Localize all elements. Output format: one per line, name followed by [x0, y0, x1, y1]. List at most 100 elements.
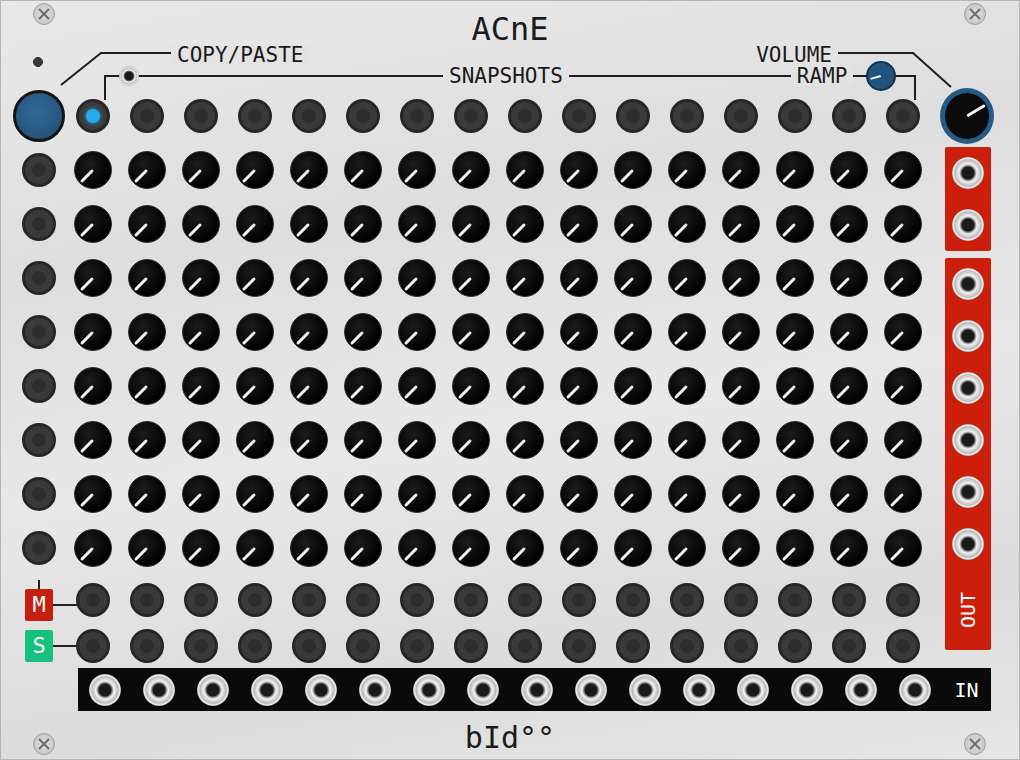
- send-knob[interactable]: [398, 421, 436, 459]
- send-knob[interactable]: [236, 205, 274, 243]
- send-knob[interactable]: [74, 529, 112, 567]
- send-knob[interactable]: [452, 421, 490, 459]
- send-knob[interactable]: [398, 205, 436, 243]
- send-knob[interactable]: [560, 529, 598, 567]
- send-knob[interactable]: [776, 313, 814, 351]
- snapshot-button[interactable]: [400, 99, 434, 133]
- mute-button[interactable]: [508, 583, 542, 617]
- send-knob[interactable]: [830, 529, 868, 567]
- mute-button[interactable]: [76, 583, 110, 617]
- send-knob[interactable]: [884, 421, 922, 459]
- send-knob[interactable]: [290, 313, 328, 351]
- send-knob[interactable]: [290, 367, 328, 405]
- send-knob[interactable]: [344, 529, 382, 567]
- send-knob[interactable]: [398, 475, 436, 513]
- send-knob[interactable]: [506, 421, 544, 459]
- send-knob[interactable]: [884, 151, 922, 189]
- send-knob[interactable]: [668, 151, 706, 189]
- send-knob[interactable]: [722, 313, 760, 351]
- input-jack[interactable]: [143, 674, 175, 706]
- mute-button[interactable]: [400, 583, 434, 617]
- send-knob[interactable]: [560, 259, 598, 297]
- send-knob[interactable]: [776, 421, 814, 459]
- send-knob[interactable]: [290, 529, 328, 567]
- input-jack[interactable]: [791, 674, 823, 706]
- send-knob[interactable]: [830, 475, 868, 513]
- solo-button[interactable]: [616, 629, 650, 663]
- send-knob[interactable]: [614, 529, 652, 567]
- send-knob[interactable]: [182, 205, 220, 243]
- send-knob[interactable]: [668, 529, 706, 567]
- snapshot-button[interactable]: [184, 99, 218, 133]
- send-knob[interactable]: [722, 205, 760, 243]
- send-knob[interactable]: [236, 151, 274, 189]
- send-knob[interactable]: [614, 151, 652, 189]
- send-knob[interactable]: [128, 313, 166, 351]
- solo-button[interactable]: [454, 629, 488, 663]
- send-knob[interactable]: [128, 421, 166, 459]
- send-knob[interactable]: [722, 475, 760, 513]
- row-button[interactable]: [22, 153, 56, 187]
- snapshot-button[interactable]: [670, 99, 704, 133]
- mute-button[interactable]: [670, 583, 704, 617]
- output-jack[interactable]: [952, 268, 984, 300]
- mute-button[interactable]: [562, 583, 596, 617]
- send-knob[interactable]: [614, 313, 652, 351]
- send-knob[interactable]: [722, 367, 760, 405]
- send-knob[interactable]: [614, 259, 652, 297]
- solo-button[interactable]: [238, 629, 272, 663]
- row-button[interactable]: [22, 531, 56, 565]
- send-knob[interactable]: [74, 475, 112, 513]
- send-knob[interactable]: [452, 367, 490, 405]
- send-knob[interactable]: [776, 367, 814, 405]
- send-knob[interactable]: [506, 259, 544, 297]
- send-knob[interactable]: [128, 529, 166, 567]
- send-knob[interactable]: [506, 205, 544, 243]
- solo-button[interactable]: [508, 629, 542, 663]
- send-knob[interactable]: [182, 367, 220, 405]
- send-knob[interactable]: [74, 421, 112, 459]
- send-knob[interactable]: [506, 367, 544, 405]
- snapshot-button[interactable]: [76, 99, 110, 133]
- send-knob[interactable]: [452, 313, 490, 351]
- send-knob[interactable]: [668, 313, 706, 351]
- send-knob[interactable]: [452, 205, 490, 243]
- send-knob[interactable]: [614, 475, 652, 513]
- send-knob[interactable]: [776, 259, 814, 297]
- send-knob[interactable]: [668, 421, 706, 459]
- send-knob[interactable]: [398, 151, 436, 189]
- send-knob[interactable]: [74, 313, 112, 351]
- snapshot-button[interactable]: [886, 99, 920, 133]
- input-jack[interactable]: [467, 674, 499, 706]
- snapshot-cv-jack[interactable]: [119, 66, 139, 86]
- send-knob[interactable]: [830, 313, 868, 351]
- send-knob[interactable]: [560, 475, 598, 513]
- send-knob[interactable]: [74, 259, 112, 297]
- send-knob[interactable]: [830, 151, 868, 189]
- send-knob[interactable]: [182, 313, 220, 351]
- snapshot-button[interactable]: [832, 99, 866, 133]
- send-knob[interactable]: [614, 421, 652, 459]
- mute-button[interactable]: [292, 583, 326, 617]
- send-knob[interactable]: [560, 205, 598, 243]
- send-knob[interactable]: [74, 367, 112, 405]
- send-knob[interactable]: [506, 151, 544, 189]
- send-knob[interactable]: [722, 259, 760, 297]
- mute-button[interactable]: [832, 583, 866, 617]
- output-jack[interactable]: [952, 424, 984, 456]
- row-button[interactable]: [22, 261, 56, 295]
- send-knob[interactable]: [344, 421, 382, 459]
- solo-button[interactable]: [778, 629, 812, 663]
- send-knob[interactable]: [560, 313, 598, 351]
- send-knob[interactable]: [776, 151, 814, 189]
- solo-button[interactable]: [886, 629, 920, 663]
- send-knob[interactable]: [236, 529, 274, 567]
- send-knob[interactable]: [614, 205, 652, 243]
- send-knob[interactable]: [74, 205, 112, 243]
- send-knob[interactable]: [74, 151, 112, 189]
- send-knob[interactable]: [128, 259, 166, 297]
- send-knob[interactable]: [290, 475, 328, 513]
- send-knob[interactable]: [668, 205, 706, 243]
- mute-button[interactable]: [724, 583, 758, 617]
- snapshot-button[interactable]: [454, 99, 488, 133]
